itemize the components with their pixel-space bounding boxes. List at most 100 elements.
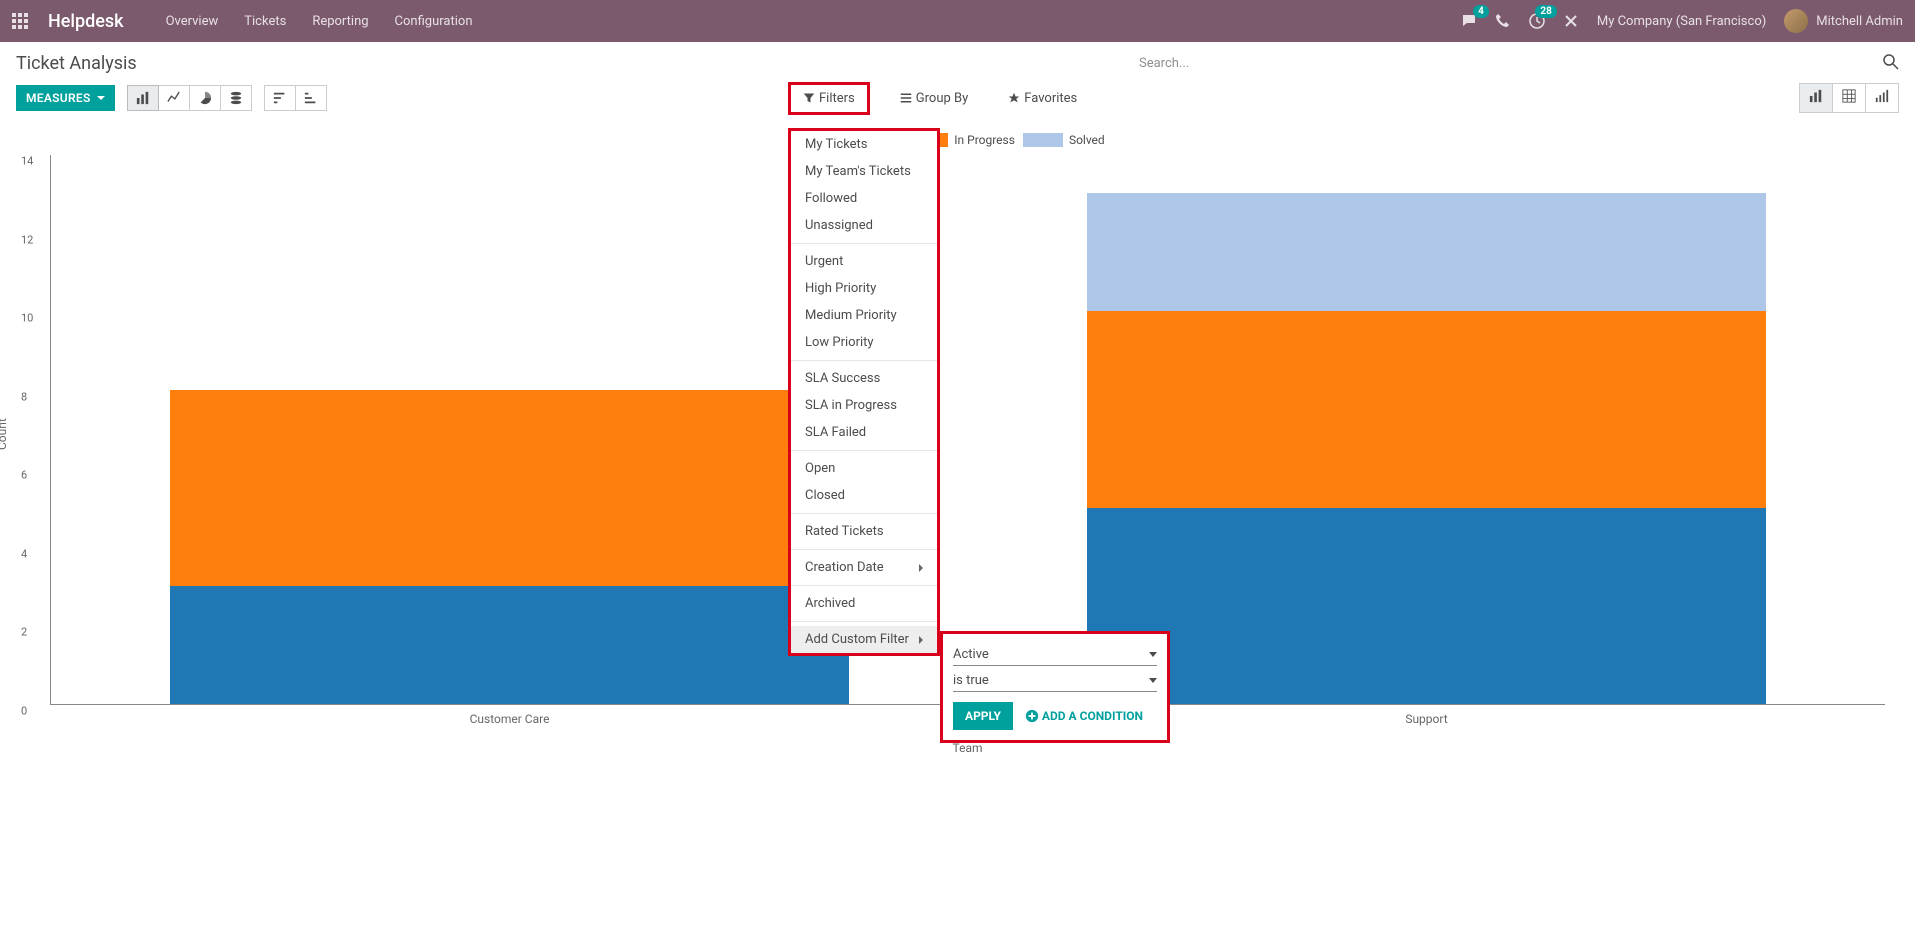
apps-icon[interactable] — [12, 13, 28, 29]
y-tick: 2 — [21, 626, 27, 639]
nav-tickets[interactable]: Tickets — [244, 14, 286, 29]
legend-swatch — [1023, 133, 1063, 147]
user-menu[interactable]: Mitchell Admin — [1784, 9, 1903, 33]
search-input[interactable] — [1139, 50, 1883, 77]
caret-down-icon — [97, 96, 105, 100]
separator — [791, 243, 937, 244]
custom-filter-condition-value: is true — [953, 673, 989, 688]
avatar — [1784, 9, 1808, 33]
sort-desc-button[interactable] — [264, 85, 296, 111]
pivot-view-button[interactable] — [1833, 83, 1866, 113]
measures-button[interactable]: MEASURES — [16, 85, 115, 111]
sort-asc-button[interactable] — [296, 85, 327, 111]
nav-left: Helpdesk Overview Tickets Reporting Conf… — [12, 11, 473, 32]
nav-right: 4 28 My Company (San Francisco) Mitchell… — [1461, 9, 1903, 33]
filter-archived[interactable]: Archived — [791, 590, 937, 617]
company-switcher[interactable]: My Company (San Francisco) — [1597, 14, 1766, 29]
measures-label: MEASURES — [26, 91, 91, 105]
activities-badge: 28 — [1535, 5, 1556, 18]
legend-item[interactable]: Solved — [1023, 133, 1105, 147]
x-tick: Support — [1405, 712, 1447, 726]
bar-chart-button[interactable] — [127, 85, 159, 111]
filter-followed[interactable]: Followed — [791, 185, 937, 212]
bar-segment[interactable] — [1087, 311, 1766, 507]
filter-closed[interactable]: Closed — [791, 482, 937, 509]
y-tick: 14 — [21, 155, 33, 168]
legend: NewIn ProgressSolved — [50, 133, 1885, 147]
caret-down-icon — [1149, 652, 1157, 657]
y-tick: 8 — [21, 390, 27, 403]
custom-filter-condition[interactable]: is true — [953, 670, 1157, 692]
legend-label: In Progress — [954, 133, 1015, 147]
filter-sla-failed[interactable]: SLA Failed — [791, 419, 937, 446]
group-by-icon — [900, 92, 912, 104]
custom-filter-actions: APPLY ADD A CONDITION — [953, 702, 1157, 730]
y-tick: 4 — [21, 547, 27, 560]
toolbar: MEASURES Filters Group By Favorites — [0, 81, 1915, 123]
filter-add-custom[interactable]: Add Custom Filter — [791, 626, 937, 653]
bar-segment[interactable] — [170, 586, 849, 704]
search-options: Filters Group By Favorites — [788, 82, 1087, 115]
nav-reporting[interactable]: Reporting — [312, 14, 368, 29]
filter-creation-date-label: Creation Date — [805, 560, 884, 575]
filter-medium-priority[interactable]: Medium Priority — [791, 302, 937, 329]
custom-filter-field-value: Active — [953, 647, 989, 662]
filter-rated-tickets[interactable]: Rated Tickets — [791, 518, 937, 545]
filter-sla-in-progress[interactable]: SLA in Progress — [791, 392, 937, 419]
phone-icon[interactable] — [1495, 13, 1511, 29]
apply-button[interactable]: APPLY — [953, 702, 1013, 730]
bar-stack — [170, 390, 849, 704]
dashboard-view-button[interactable] — [1866, 83, 1899, 113]
pie-chart-button[interactable] — [190, 85, 221, 111]
y-tick: 10 — [21, 312, 33, 325]
bar-segment[interactable] — [1087, 508, 1766, 704]
page-title: Ticket Analysis — [16, 53, 137, 74]
header: Ticket Analysis — [0, 42, 1915, 81]
line-chart-button[interactable] — [159, 85, 190, 111]
activities-icon[interactable]: 28 — [1529, 13, 1545, 29]
plus-circle-icon — [1025, 709, 1039, 723]
bar-segment[interactable] — [1087, 193, 1766, 311]
add-condition-button[interactable]: ADD A CONDITION — [1025, 709, 1143, 723]
nav-overview[interactable]: Overview — [166, 14, 219, 29]
filter-sla-success[interactable]: SLA Success — [791, 365, 937, 392]
favorites-button[interactable]: Favorites — [998, 87, 1087, 110]
user-name: Mitchell Admin — [1816, 14, 1903, 29]
chevron-right-icon — [919, 636, 923, 644]
separator — [791, 549, 937, 550]
plot-area: 02468101214Customer CareSupport — [50, 155, 1885, 705]
filter-creation-date[interactable]: Creation Date — [791, 554, 937, 581]
filter-high-priority[interactable]: High Priority — [791, 275, 937, 302]
bar-segment[interactable] — [170, 390, 849, 586]
group-by-button[interactable]: Group By — [890, 87, 979, 110]
messages-icon[interactable]: 4 — [1461, 13, 1477, 29]
filter-icon — [803, 92, 815, 104]
view-switcher — [1799, 83, 1899, 113]
graph-view-button[interactable] — [1799, 83, 1833, 113]
legend-label: Solved — [1069, 133, 1105, 147]
search-icon[interactable] — [1883, 54, 1899, 74]
filter-low-priority[interactable]: Low Priority — [791, 329, 937, 356]
separator — [791, 585, 937, 586]
y-tick: 0 — [21, 705, 27, 718]
x-tick: Customer Care — [470, 712, 550, 726]
navbar: Helpdesk Overview Tickets Reporting Conf… — [0, 0, 1915, 42]
filter-my-teams-tickets[interactable]: My Team's Tickets — [791, 158, 937, 185]
stack-button[interactable] — [221, 85, 252, 111]
chart-type-group — [127, 85, 252, 111]
brand[interactable]: Helpdesk — [48, 11, 124, 32]
nav-configuration[interactable]: Configuration — [395, 14, 473, 29]
bar-stack — [1087, 193, 1766, 704]
filter-my-tickets[interactable]: My Tickets — [791, 131, 937, 158]
filter-open[interactable]: Open — [791, 455, 937, 482]
debug-icon[interactable] — [1563, 13, 1579, 29]
filter-unassigned[interactable]: Unassigned — [791, 212, 937, 239]
nav-menu: Overview Tickets Reporting Configuration — [166, 14, 473, 29]
y-tick: 12 — [21, 233, 33, 246]
custom-filter-field[interactable]: Active — [953, 644, 1157, 666]
separator — [791, 621, 937, 622]
group-by-label: Group By — [916, 91, 969, 106]
sort-group — [264, 85, 327, 111]
filter-urgent[interactable]: Urgent — [791, 248, 937, 275]
filters-button[interactable]: Filters — [788, 82, 870, 115]
